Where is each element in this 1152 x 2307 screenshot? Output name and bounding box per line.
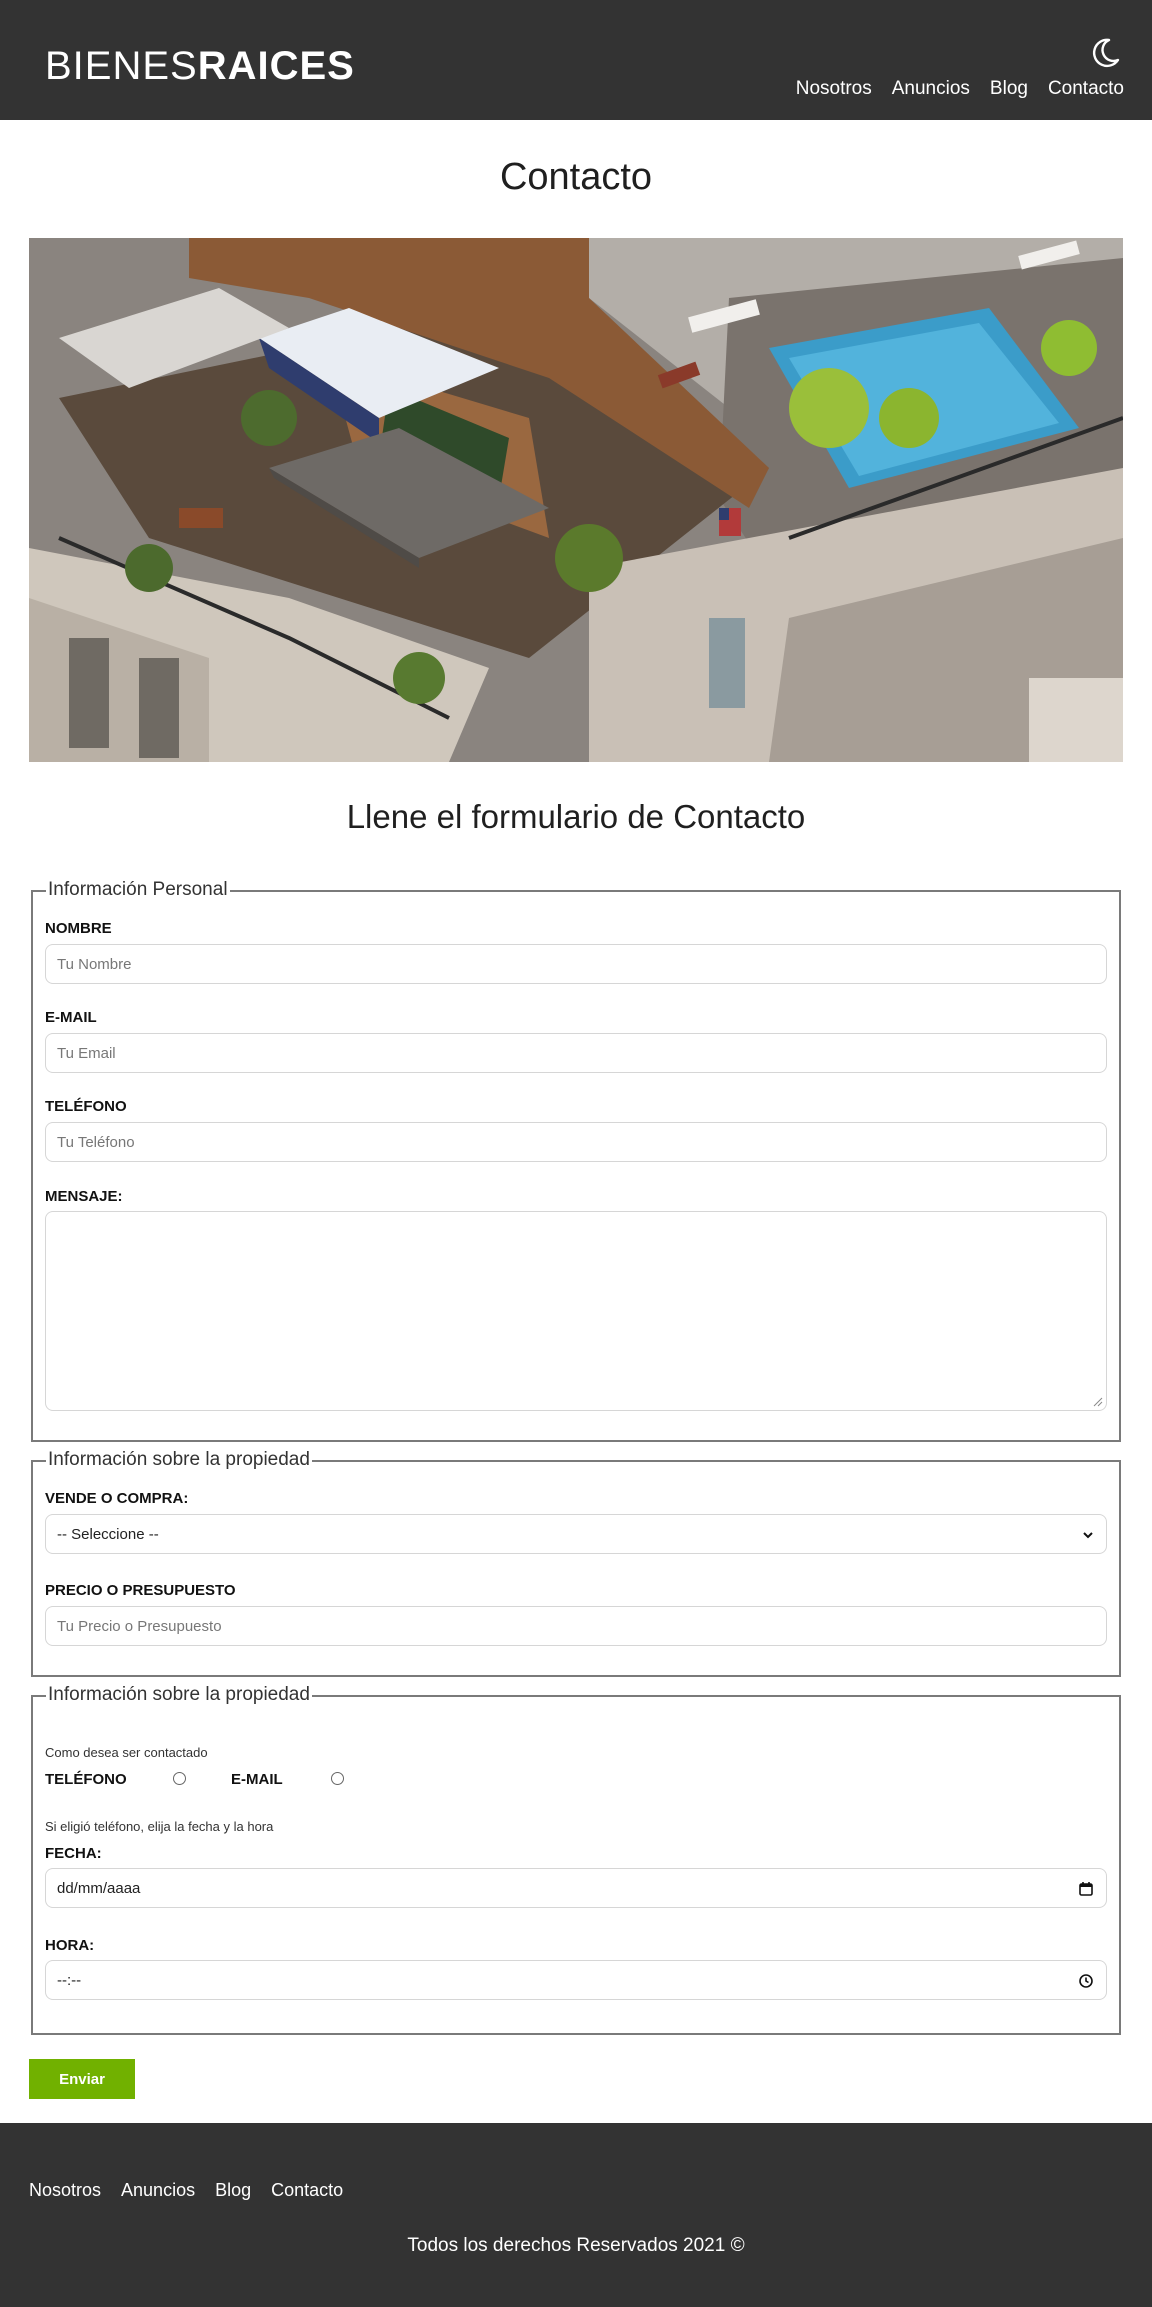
message-label: Mensaje:	[45, 1188, 123, 1205]
nav-link-nosotros[interactable]: Nosotros	[796, 78, 872, 100]
radio-phone[interactable]	[173, 1772, 186, 1785]
name-label: Nombre	[45, 920, 112, 937]
price-label: Precio o Presupuesto	[45, 1582, 236, 1599]
chevron-down-icon	[1083, 1532, 1093, 1539]
phone-hint-text: Si eligió teléfono, elija la fecha y la …	[45, 1819, 274, 1834]
type-label: Vende o Compra:	[45, 1490, 189, 1507]
nav-link-contacto[interactable]: Contacto	[1048, 78, 1124, 100]
message-textarea[interactable]	[45, 1211, 1107, 1411]
contact-info-legend: Información sobre la propiedad	[46, 1684, 312, 1706]
phone-label: Teléfono	[45, 1098, 127, 1115]
calendar-icon[interactable]	[1078, 1881, 1094, 1897]
logo-bold-text: RAICES	[197, 44, 355, 88]
type-selected-value: -- Seleccione --	[57, 1525, 159, 1543]
price-placeholder: Tu Precio o Presupuesto	[57, 1617, 222, 1635]
name-placeholder: Tu Nombre	[57, 955, 132, 973]
submit-button[interactable]: Enviar	[29, 2059, 135, 2099]
site-header: BIENESRAICES Nosotros Anuncios Blog Cont…	[0, 0, 1152, 120]
header-nav: Nosotros Anuncios Blog Contacto	[796, 78, 1124, 100]
type-select[interactable]: -- Seleccione --	[45, 1514, 1107, 1554]
site-footer: Nosotros Anuncios Blog Contacto Todos lo…	[0, 2123, 1152, 2307]
page-title: Contacto	[499, 156, 653, 198]
footer-link-nosotros[interactable]: Nosotros	[29, 2180, 101, 2201]
footer-link-anuncios[interactable]: Anuncios	[121, 2180, 195, 2201]
name-input[interactable]: Tu Nombre	[45, 944, 1107, 984]
resize-handle-icon[interactable]	[1093, 1397, 1103, 1407]
time-value: --:--	[57, 1971, 82, 1989]
form-title: Llene el formulario de Contacto	[346, 798, 806, 835]
radio-email-label: E-mail	[231, 1771, 283, 1788]
logo-light-text: BIENES	[45, 44, 198, 88]
footer-link-contacto[interactable]: Contacto	[271, 2180, 343, 2201]
email-label: E-mail	[45, 1009, 97, 1026]
property-info-legend: Información sobre la propiedad	[46, 1449, 312, 1471]
clock-icon[interactable]	[1078, 1973, 1094, 1989]
price-input[interactable]: Tu Precio o Presupuesto	[45, 1606, 1107, 1646]
radio-phone-label: Teléfono	[45, 1771, 127, 1788]
footer-nav: Nosotros Anuncios Blog Contacto	[29, 2180, 343, 2201]
nav-link-blog[interactable]: Blog	[990, 78, 1028, 100]
date-input[interactable]: dd/mm/aaaa	[45, 1868, 1107, 1908]
site-logo[interactable]: BIENESRAICES	[45, 44, 355, 89]
personal-info-legend: Información Personal	[46, 879, 230, 901]
date-value: dd/mm/aaaa	[57, 1879, 141, 1897]
footer-link-blog[interactable]: Blog	[215, 2180, 251, 2201]
time-input[interactable]: --:--	[45, 1960, 1107, 2000]
moon-icon[interactable]	[1088, 36, 1122, 70]
copyright-text: Todos los derechos Reservados 2021 ©	[407, 2235, 745, 2256]
time-label: Hora:	[45, 1937, 95, 1954]
phone-placeholder: Tu Teléfono	[57, 1133, 135, 1151]
nav-link-anuncios[interactable]: Anuncios	[892, 78, 970, 100]
hero-image	[29, 238, 1123, 762]
phone-input[interactable]: Tu Teléfono	[45, 1122, 1107, 1162]
email-placeholder: Tu Email	[57, 1044, 116, 1062]
email-input[interactable]: Tu Email	[45, 1033, 1107, 1073]
contact-how-text: Como desea ser contactado	[45, 1745, 208, 1760]
radio-email[interactable]	[331, 1772, 344, 1785]
date-label: Fecha:	[45, 1845, 102, 1862]
